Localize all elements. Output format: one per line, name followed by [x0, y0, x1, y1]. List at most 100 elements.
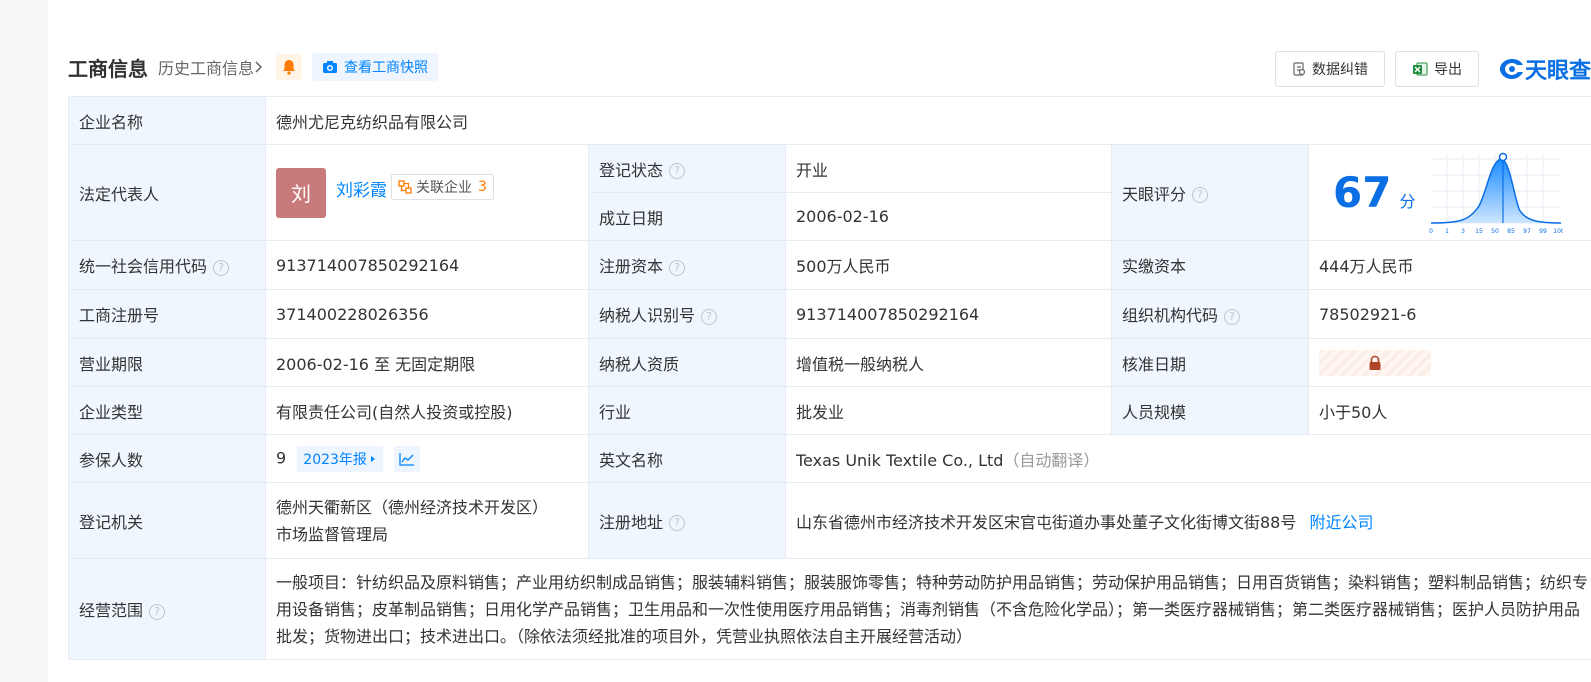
- caret-right-icon: [370, 455, 375, 462]
- label-legal-rep: 法定代表人: [68, 144, 266, 241]
- score-tick: 15: [1476, 228, 1484, 235]
- credit-code-value: 913714007850292164: [265, 240, 589, 290]
- label-taxpayer-id: 纳税人识别号?: [588, 289, 786, 339]
- label-text: 纳税人识别号: [599, 306, 696, 325]
- auto-translate-note: （自动翻译）: [1003, 450, 1100, 470]
- label-text: 注册地址: [599, 512, 664, 532]
- label-english-name: 英文名称: [588, 434, 786, 483]
- score-cell[interactable]: 67 分 0 1 3 15 50 85 97 99 100: [1307, 144, 1591, 241]
- table-row: 经营范围? 一般项目：针纺织品及原料销售；产业用纺织制成品销售；服装辅料销售；服…: [68, 558, 1591, 660]
- taxpayer-qual-value: 增值税一般纳税人: [785, 338, 1112, 387]
- bell-icon: [283, 60, 296, 75]
- question-icon[interactable]: ?: [1192, 187, 1209, 203]
- relation-icon: [398, 179, 412, 194]
- table-row: 企业名称 德州尤尼克纺织品有限公司: [68, 96, 1591, 145]
- label-reg-status: 登记状态?: [588, 144, 786, 193]
- industry-value: 批发业: [785, 386, 1112, 435]
- insured-trend-button[interactable]: [394, 445, 421, 472]
- english-name-value: Texas Unik Textile Co., Ltd: [796, 450, 1004, 470]
- score-tick: 50: [1492, 228, 1500, 235]
- reg-status-value: 开业: [785, 144, 1112, 193]
- score-unit: 分: [1399, 191, 1416, 211]
- lock-icon: [1369, 355, 1381, 370]
- logo-text: 天眼查: [1524, 59, 1591, 84]
- snapshot-button[interactable]: 查看工商快照: [312, 53, 439, 81]
- table-row: 统一社会信用代码? 913714007850292164 注册资本? 500万人…: [68, 240, 1591, 290]
- question-icon[interactable]: ?: [669, 259, 686, 276]
- reg-address-cell: 山东省德州市经济技术开发区宋官屯街道办事处董子文化街博文街88号 附近公司: [784, 482, 1591, 559]
- staff-size-value: 小于50人: [1307, 386, 1591, 435]
- label-company-name: 企业名称: [68, 96, 266, 145]
- related-companies-button[interactable]: 关联企业 3: [391, 173, 494, 200]
- tianyancha-logo: 天眼查: [1499, 53, 1591, 85]
- score-tick: 97: [1524, 228, 1532, 235]
- label-insured: 参保人数: [68, 434, 266, 483]
- business-info-table: 企业名称 德州尤尼克纺织品有限公司 法定代表人 刘 刘彩霞 关联企业 3 登记状…: [68, 96, 1591, 660]
- label-reg-address: 注册地址?: [588, 482, 786, 559]
- section-header: 工商信息 历史工商信息 查看工商快照: [68, 52, 439, 82]
- label-text: 组织机构代码: [1122, 306, 1219, 325]
- chevron-right-icon: [255, 61, 263, 73]
- biz-scope-value: 一般项目：针纺织品及原料销售；产业用纺织制成品销售；服装辅料销售；服装服饰零售；…: [264, 558, 1591, 660]
- label-found-date: 成立日期: [588, 192, 786, 241]
- reg-authority-cell: 德州天衢新区（德州经济技术开发区） 市场监督管理局: [265, 482, 589, 559]
- table-row: 营业期限 2006-02-16 至 无固定期限 纳税人资质 增值税一般纳税人 核…: [68, 338, 1591, 387]
- taxpayer-id-value: 913714007850292164: [785, 289, 1112, 339]
- legal-rep-name-link[interactable]: 刘彩霞: [336, 176, 387, 201]
- table-row: 工商注册号 371400228026356 纳税人识别号? 9137140078…: [68, 289, 1591, 339]
- history-link[interactable]: 历史工商信息: [158, 55, 264, 79]
- monitor-bell-button[interactable]: [276, 54, 303, 80]
- annual-report-button[interactable]: 2023年报: [297, 445, 383, 472]
- english-name-cell: Texas Unik Textile Co., Ltd（自动翻译）: [784, 434, 1591, 483]
- legal-rep-cell: 刘 刘彩霞 关联企业 3: [265, 144, 589, 241]
- biz-reg-no-value: 371400228026356: [265, 289, 589, 339]
- score-tick: 3: [1462, 228, 1466, 235]
- reg-authority-line: 德州天衢新区（德州经济技术开发区）: [276, 497, 549, 517]
- table-row: 登记机关 德州天衢新区（德州经济技术开发区） 市场监督管理局 注册地址? 山东省…: [68, 482, 1591, 559]
- label-approve-date: 核准日期: [1111, 338, 1309, 387]
- label-company-type: 企业类型: [68, 386, 266, 435]
- insured-value: 9: [276, 448, 287, 467]
- excel-icon: [1412, 62, 1428, 76]
- export-button[interactable]: 导出: [1394, 51, 1479, 87]
- score-tick: 1: [1446, 228, 1450, 235]
- question-icon[interactable]: ?: [701, 308, 718, 325]
- related-label: 关联企业: [416, 179, 472, 196]
- related-count: 3: [478, 178, 487, 195]
- avatar[interactable]: 刘: [276, 167, 326, 218]
- score-tick: 99: [1540, 228, 1548, 235]
- snapshot-label: 查看工商快照: [344, 60, 429, 76]
- trend-chart-icon: [399, 452, 415, 466]
- locked-value-button[interactable]: [1319, 349, 1431, 376]
- label-biz-term: 营业期限: [68, 338, 266, 387]
- camera-icon: [323, 61, 338, 73]
- label-text: 统一社会信用代码: [79, 257, 208, 276]
- label-text: 天眼评分: [1122, 184, 1187, 204]
- question-icon[interactable]: ?: [1224, 308, 1241, 325]
- label-reg-capital: 注册资本?: [588, 240, 786, 290]
- biz-term-value: 2006-02-16 至 无固定期限: [265, 338, 589, 387]
- nearby-companies-link[interactable]: 附近公司: [1309, 513, 1373, 532]
- company-name-value: 德州尤尼克纺织品有限公司: [264, 96, 1591, 145]
- label-biz-scope: 经营范围?: [68, 558, 266, 660]
- score-value: 67: [1333, 168, 1392, 217]
- question-icon[interactable]: ?: [149, 603, 166, 620]
- page: 工商信息 历史工商信息 查看工商快照 数据纠错 导出 天眼查 企业名称 德州尤尼…: [48, 0, 1591, 682]
- score-marker-point: [1499, 152, 1508, 161]
- table-row: 法定代表人 刘 刘彩霞 关联企业 3 登记状态? 开业 天眼评分? 67 分 0…: [68, 144, 1591, 241]
- data-correct-button[interactable]: 数据纠错: [1274, 51, 1385, 87]
- eye-logo-icon: [1499, 59, 1523, 79]
- section-title: 工商信息: [68, 56, 148, 81]
- question-icon[interactable]: ?: [669, 515, 686, 531]
- label-biz-reg-no: 工商注册号: [68, 289, 266, 339]
- label-text: 经营范围: [79, 601, 144, 620]
- label-tianyan-score: 天眼评分?: [1111, 144, 1309, 241]
- export-label: 导出: [1433, 62, 1462, 78]
- question-icon[interactable]: ?: [213, 259, 230, 276]
- org-code-value: 78502921-6: [1307, 289, 1591, 339]
- label-text: 登记状态: [599, 160, 664, 180]
- paid-capital-value: 444万人民币: [1307, 240, 1591, 290]
- header-actions: 数据纠错 导出 天眼查: [1274, 51, 1591, 87]
- question-icon[interactable]: ?: [669, 163, 686, 179]
- history-label: 历史工商信息: [158, 59, 255, 78]
